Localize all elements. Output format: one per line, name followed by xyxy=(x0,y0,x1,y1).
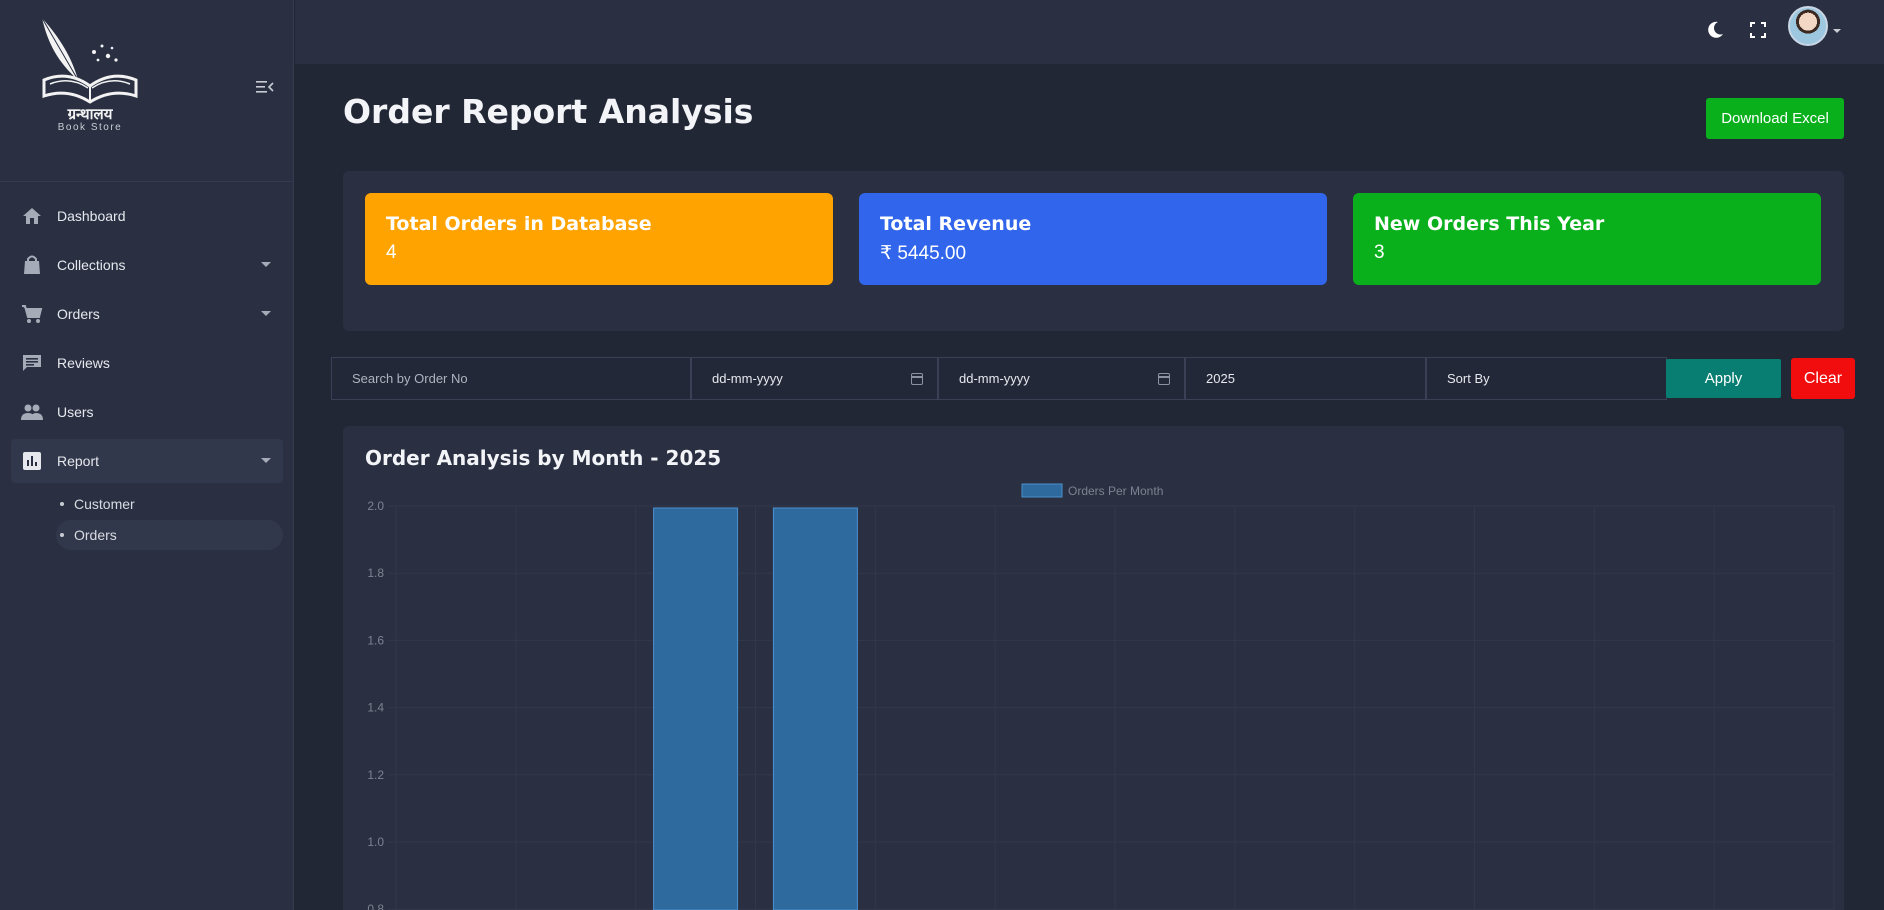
stat-label: Total Orders in Database xyxy=(386,213,652,235)
orders-bar-chart: 2.0 1.8 1.6 1.4 1.2 1.0 0.8 Orders Per Month xyxy=(367,483,1835,910)
logo-title: ग्रन्थालय xyxy=(67,105,113,123)
sidebar-item-label: Report xyxy=(57,453,100,469)
stats-panel: Total Orders in Database 4 Total Revenue… xyxy=(343,171,1844,331)
legend-label: Orders Per Month xyxy=(1068,484,1163,498)
chevron-down-icon xyxy=(261,262,271,267)
search-order-input[interactable]: Search by Order No xyxy=(331,357,691,400)
stat-label: Total Revenue xyxy=(880,213,1032,235)
sidebar-subitem-label: Orders xyxy=(74,527,117,543)
y-tick-label: 1.0 xyxy=(367,835,384,849)
brand-area: ग्रन्थालय Book Store xyxy=(0,0,293,182)
page-title: Order Report Analysis xyxy=(343,92,754,131)
book-quill-logo-icon xyxy=(41,17,138,104)
stat-card-new-orders: New Orders This Year 3 xyxy=(1353,193,1821,285)
stat-card-total-revenue: Total Revenue ₹ 5445.00 xyxy=(859,193,1327,285)
download-excel-button[interactable]: Download Excel xyxy=(1706,98,1844,139)
y-tick-label: 1.2 xyxy=(367,768,384,782)
chevron-down-icon xyxy=(261,458,271,463)
fullscreen-icon[interactable] xyxy=(1746,18,1770,42)
bullet-icon xyxy=(60,533,64,537)
date-to-value: dd-mm-yyyy xyxy=(959,371,1030,386)
y-tick-label: 1.8 xyxy=(367,566,384,580)
theme-toggle-icon[interactable] xyxy=(1703,18,1727,42)
chevron-down-icon xyxy=(261,311,271,316)
home-icon xyxy=(21,205,43,227)
cart-icon xyxy=(21,303,43,325)
sidebar-item-label: Dashboard xyxy=(57,208,126,224)
avatar[interactable] xyxy=(1788,6,1828,46)
date-from-field[interactable]: dd-mm-yyyy xyxy=(691,357,938,400)
shopping-bag-icon xyxy=(21,254,43,276)
y-tick-label: 1.4 xyxy=(367,701,384,715)
sidebar-item-label: Collections xyxy=(57,257,126,273)
calendar-icon[interactable] xyxy=(911,373,923,385)
sidebar-item-reviews[interactable]: Reviews xyxy=(11,341,283,385)
sidebar-item-orders[interactable]: Orders xyxy=(11,292,283,336)
sort-by-select[interactable]: Sort By xyxy=(1426,357,1667,400)
date-to-field[interactable]: dd-mm-yyyy xyxy=(938,357,1185,400)
sidebar-item-dashboard[interactable]: Dashboard xyxy=(11,194,283,238)
sidebar-item-users[interactable]: Users xyxy=(11,390,283,434)
legend-swatch xyxy=(1021,483,1063,498)
chevron-down-icon[interactable] xyxy=(1833,29,1841,33)
sidebar: ग्रन्थालय Book Store Dashboard Collectio… xyxy=(0,0,294,910)
stat-label: New Orders This Year xyxy=(1374,213,1605,235)
collapse-menu-icon[interactable] xyxy=(256,80,276,96)
topbar xyxy=(295,0,1884,64)
date-from-value: dd-mm-yyyy xyxy=(712,371,783,386)
sidebar-subitem-orders[interactable]: Orders xyxy=(56,520,283,550)
stat-value: ₹ 5445.00 xyxy=(880,243,967,264)
bullet-icon xyxy=(60,502,64,506)
comment-icon xyxy=(21,352,43,374)
y-tick-label: 0.8 xyxy=(367,902,384,910)
logo-subtitle: Book Store xyxy=(57,122,123,133)
stat-value: 4 xyxy=(386,242,397,263)
year-select[interactable]: 2025 xyxy=(1185,357,1426,400)
bar-chart-icon xyxy=(21,450,43,472)
apply-button[interactable]: Apply xyxy=(1666,359,1781,398)
y-tick-label: 1.6 xyxy=(367,633,384,647)
y-tick-label: 2.0 xyxy=(367,499,384,513)
bar xyxy=(772,507,858,910)
calendar-icon[interactable] xyxy=(1158,373,1170,385)
report-subnav: Customer Orders xyxy=(0,489,294,550)
sidebar-item-report[interactable]: Report xyxy=(11,439,283,483)
sidebar-subitem-customer[interactable]: Customer xyxy=(56,489,283,519)
sidebar-item-label: Orders xyxy=(57,306,100,322)
sidebar-subitem-label: Customer xyxy=(74,496,135,512)
sidebar-item-label: Reviews xyxy=(57,355,110,371)
stat-value: 3 xyxy=(1374,242,1385,263)
sidebar-item-label: Users xyxy=(57,404,94,420)
clear-button[interactable]: Clear xyxy=(1791,358,1855,399)
stat-card-total-orders: Total Orders in Database 4 xyxy=(365,193,833,285)
logo[interactable]: ग्रन्थालय Book Store xyxy=(38,14,142,138)
chart-panel: Order Analysis by Month - 2025 2.0 1.8 1.6… xyxy=(343,426,1844,910)
sidebar-item-collections[interactable]: Collections xyxy=(11,243,283,287)
users-icon xyxy=(21,401,43,423)
bar xyxy=(653,507,739,910)
sidebar-nav: Dashboard Collections Orders Reviews Use… xyxy=(0,194,294,551)
